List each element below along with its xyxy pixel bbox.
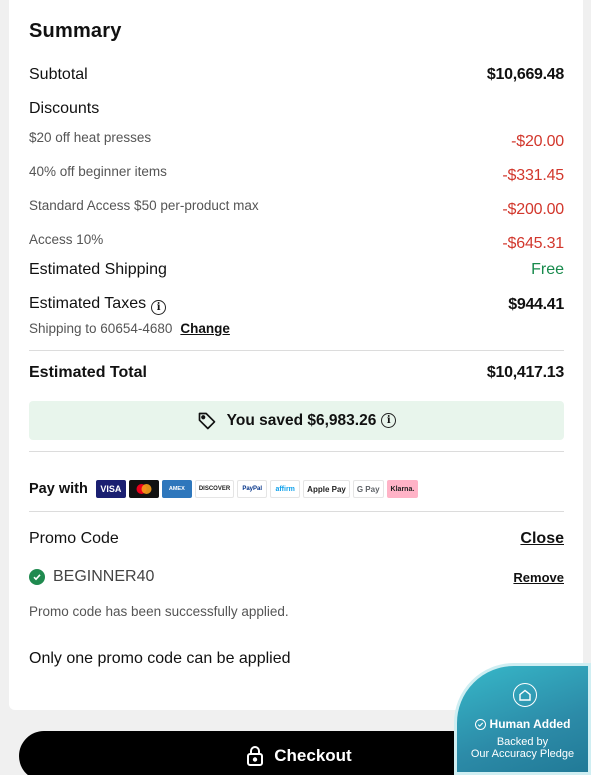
check-circle-icon	[29, 569, 45, 585]
shipping-to-text: Shipping to 60654-4680	[29, 321, 173, 336]
taxes-label: Estimated Taxes	[29, 295, 147, 312]
change-link[interactable]: Change	[180, 321, 230, 336]
discount-label: $20 off heat presses	[29, 130, 152, 145]
taxes-value: $944.41	[508, 296, 564, 313]
pay-with-row: Pay with VISA AMEX DISCOVER PayPal affir…	[29, 480, 419, 498]
total-label: Estimated Total	[29, 364, 147, 381]
promo-title: Promo Code	[29, 530, 119, 547]
discount-value: -$331.45	[502, 167, 564, 184]
badge-line3: Our Accuracy Pledge	[470, 748, 575, 760]
subtotal-row: Subtotal $10,669.48	[29, 66, 564, 84]
savings-banner: You saved $6,983.26 i	[29, 401, 564, 440]
badge-line2: Backed by	[496, 736, 549, 748]
shipping-label: Estimated Shipping	[29, 261, 167, 278]
discounts-heading-row: Discounts	[29, 100, 564, 118]
klarna-icon: Klarna.	[386, 480, 419, 498]
total-row: Estimated Total $10,417.13	[29, 364, 564, 382]
savings-text: You saved $6,983.26	[226, 411, 377, 429]
discover-icon: DISCOVER	[194, 480, 235, 498]
summary-title: Summary	[29, 20, 122, 42]
discounts-label: Discounts	[29, 100, 100, 117]
close-promo-button[interactable]: Close	[520, 530, 564, 548]
badge-line1: Human Added	[489, 717, 571, 731]
discount-value: -$20.00	[511, 133, 564, 150]
discount-row: $20 off heat presses -$20.00	[29, 124, 564, 151]
checkout-label: Checkout	[274, 746, 352, 765]
accuracy-pledge-badge[interactable]: Human Added Backed by Our Accuracy Pledg…	[454, 663, 591, 775]
remove-promo-button[interactable]: Remove	[513, 570, 564, 585]
visa-icon: VISA	[95, 480, 126, 498]
shipping-to-row: Shipping to 60654-4680 Change	[29, 321, 564, 336]
info-icon[interactable]: i	[381, 413, 397, 428]
payment-logos: VISA AMEX DISCOVER PayPal affirm Apple P…	[95, 480, 419, 498]
tag-icon	[197, 411, 217, 431]
divider	[29, 451, 564, 452]
badge-subtitle: Backed by Our Accuracy Pledge	[457, 736, 588, 760]
subtotal-label: Subtotal	[29, 66, 88, 83]
apple-pay-icon: Apple Pay	[303, 480, 350, 498]
divider	[29, 511, 564, 512]
taxes-row: Estimated Taxes i $944.41	[29, 295, 564, 315]
promo-header: Promo Code Close	[29, 530, 564, 548]
discount-label: 40% off beginner items	[29, 164, 167, 179]
discount-value: -$645.31	[502, 235, 564, 252]
discount-row: Standard Access $50 per-product max -$20…	[29, 192, 564, 219]
paypal-icon: PayPal	[237, 480, 268, 498]
shipping-value: Free	[531, 261, 564, 278]
total-value: $10,417.13	[486, 364, 564, 381]
lock-icon	[246, 746, 264, 766]
amex-icon: AMEX	[161, 480, 192, 498]
subtotal-value: $10,669.48	[486, 66, 564, 83]
badge-title: Human Added	[457, 717, 588, 731]
summary-card: Summary Subtotal $10,669.48 Discounts $2…	[9, 0, 583, 710]
discount-row: Access 10% -$645.31	[29, 226, 564, 253]
applied-promo-code: BEGINNER40	[53, 568, 155, 585]
shipping-row: Estimated Shipping Free	[29, 261, 564, 279]
applied-promo-row: BEGINNER40 Remove	[29, 568, 564, 586]
divider	[29, 350, 564, 351]
promo-note: Only one promo code can be applied	[29, 650, 291, 667]
affirm-icon: affirm	[270, 480, 301, 498]
discount-label: Standard Access $50 per-product max	[29, 198, 259, 213]
info-icon[interactable]: i	[151, 300, 167, 315]
discount-row: 40% off beginner items -$331.45	[29, 158, 564, 185]
google-pay-icon: G Pay	[352, 480, 384, 498]
check-icon	[474, 718, 486, 730]
discount-label: Access 10%	[29, 232, 104, 247]
applied-code-wrap: BEGINNER40	[29, 568, 154, 586]
discount-value: -$200.00	[502, 201, 564, 218]
house-icon	[513, 683, 537, 707]
pay-with-label: Pay with	[29, 481, 88, 497]
mastercard-icon	[128, 480, 159, 498]
promo-success-message: Promo code has been successfully applied…	[29, 604, 289, 619]
taxes-label-wrap: Estimated Taxes i	[29, 295, 167, 315]
